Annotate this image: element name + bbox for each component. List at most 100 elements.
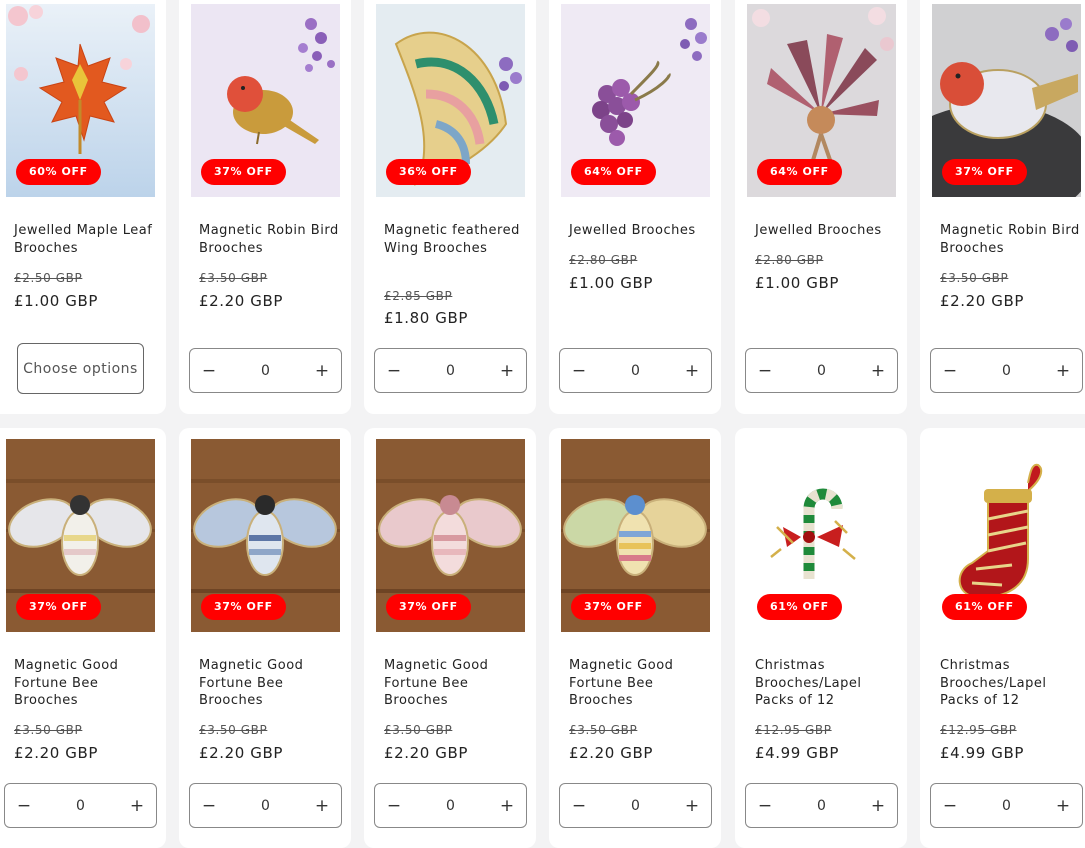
quantity-stepper[interactable]: − 0 + [930,783,1083,828]
increase-quantity-button[interactable]: + [124,796,150,816]
decrease-quantity-button[interactable]: − [196,361,222,381]
increase-quantity-button[interactable]: + [309,796,335,816]
increase-quantity-button[interactable]: + [309,361,335,381]
sale-price: £4.99 GBP [940,744,1025,762]
quantity-stepper[interactable]: − 0 + [745,783,898,828]
decrease-quantity-button[interactable]: − [752,361,778,381]
product-card[interactable]: 37% OFF Magnetic Good Fortune Bee Brooch… [549,428,721,848]
increase-quantity-button[interactable]: + [679,361,705,381]
increase-quantity-button[interactable]: + [494,361,520,381]
discount-badge: 37% OFF [942,159,1027,185]
product-card[interactable]: 37% OFF Magnetic Good Fortune Bee Brooch… [364,428,536,848]
discount-badge: 37% OFF [16,594,101,620]
original-price: £3.50 GBP [384,723,453,737]
product-card[interactable]: 37% OFF Magnetic Good Fortune Bee Brooch… [179,428,351,848]
product-card[interactable]: 37% OFF Magnetic Robin Bird Brooches £3.… [179,0,351,414]
quantity-value[interactable]: 0 [631,363,640,379]
choose-options-button[interactable]: Choose options [17,343,144,394]
quantity-stepper[interactable]: − 0 + [374,348,527,393]
quantity-value[interactable]: 0 [1002,798,1011,814]
decrease-quantity-button[interactable]: − [566,361,592,381]
quantity-stepper[interactable]: − 0 + [374,783,527,828]
product-card[interactable]: 64% OFF Jewelled Brooches £2.80 GBP £1.0… [549,0,721,414]
sale-price: £1.00 GBP [569,274,654,292]
sale-price: £4.99 GBP [755,744,840,762]
quantity-value[interactable]: 0 [261,798,270,814]
product-card[interactable]: 60% OFF Jewelled Maple Leaf Brooches £2.… [0,0,166,414]
original-price: £2.80 GBP [755,253,824,267]
discount-badge: 37% OFF [201,159,286,185]
product-card[interactable]: 61% OFF Christmas Brooches/Lapel Packs o… [920,428,1085,848]
product-title[interactable]: Magnetic Good Fortune Bee Brooches [569,657,709,710]
quantity-value[interactable]: 0 [446,798,455,814]
quantity-stepper[interactable]: − 0 + [4,783,157,828]
product-title[interactable]: Magnetic Good Fortune Bee Brooches [384,657,524,710]
sale-price: £2.20 GBP [199,744,284,762]
original-price: £3.50 GBP [569,723,638,737]
discount-badge: 36% OFF [386,159,471,185]
decrease-quantity-button[interactable]: − [566,796,592,816]
product-title[interactable]: Magnetic feathered Wing Brooches [384,222,524,257]
quantity-stepper[interactable]: − 0 + [559,783,712,828]
original-price: £12.95 GBP [940,723,1017,737]
product-title[interactable]: Jewelled Brooches [569,222,709,240]
sale-price: £2.20 GBP [940,292,1025,310]
sale-price: £1.80 GBP [384,309,469,327]
discount-badge: 61% OFF [757,594,842,620]
original-price: £2.85 GBP [384,289,453,303]
product-card[interactable]: 64% OFF Jewelled Brooches £2.80 GBP £1.0… [735,0,907,414]
increase-quantity-button[interactable]: + [1050,361,1076,381]
decrease-quantity-button[interactable]: − [937,796,963,816]
product-card[interactable]: 61% OFF Christmas Brooches/Lapel Packs o… [735,428,907,848]
quantity-value[interactable]: 0 [446,363,455,379]
sale-price: £1.00 GBP [755,274,840,292]
sale-price: £2.20 GBP [199,292,284,310]
decrease-quantity-button[interactable]: − [937,361,963,381]
discount-badge: 60% OFF [16,159,101,185]
decrease-quantity-button[interactable]: − [196,796,222,816]
original-price: £3.50 GBP [940,271,1009,285]
sale-price: £2.20 GBP [384,744,469,762]
product-title[interactable]: Magnetic Good Fortune Bee Brooches [14,657,154,710]
decrease-quantity-button[interactable]: − [11,796,37,816]
product-title[interactable]: Jewelled Brooches [755,222,895,240]
discount-badge: 64% OFF [571,159,656,185]
decrease-quantity-button[interactable]: − [381,796,407,816]
product-title[interactable]: Magnetic Robin Bird Brooches [940,222,1080,257]
product-title[interactable]: Jewelled Maple Leaf Brooches [14,222,154,257]
product-card[interactable]: 36% OFF Magnetic feathered Wing Brooches… [364,0,536,414]
quantity-value[interactable]: 0 [76,798,85,814]
increase-quantity-button[interactable]: + [679,796,705,816]
quantity-stepper[interactable]: − 0 + [189,783,342,828]
quantity-value[interactable]: 0 [817,363,826,379]
discount-badge: 37% OFF [386,594,471,620]
decrease-quantity-button[interactable]: − [752,796,778,816]
product-title[interactable]: Christmas Brooches/Lapel Packs of 12 [755,657,895,710]
original-price: £2.80 GBP [569,253,638,267]
product-title[interactable]: Magnetic Good Fortune Bee Brooches [199,657,339,710]
increase-quantity-button[interactable]: + [1050,796,1076,816]
discount-badge: 61% OFF [942,594,1027,620]
discount-badge: 37% OFF [571,594,656,620]
original-price: £3.50 GBP [14,723,83,737]
quantity-value[interactable]: 0 [817,798,826,814]
increase-quantity-button[interactable]: + [865,796,891,816]
original-price: £3.50 GBP [199,271,268,285]
product-card[interactable]: 37% OFF Magnetic Robin Bird Brooches £3.… [920,0,1085,414]
quantity-stepper[interactable]: − 0 + [745,348,898,393]
original-price: £2.50 GBP [14,271,83,285]
quantity-value[interactable]: 0 [261,363,270,379]
quantity-stepper[interactable]: − 0 + [930,348,1083,393]
quantity-stepper[interactable]: − 0 + [189,348,342,393]
original-price: £3.50 GBP [199,723,268,737]
increase-quantity-button[interactable]: + [865,361,891,381]
increase-quantity-button[interactable]: + [494,796,520,816]
product-title[interactable]: Magnetic Robin Bird Brooches [199,222,339,257]
quantity-stepper[interactable]: − 0 + [559,348,712,393]
quantity-value[interactable]: 0 [1002,363,1011,379]
decrease-quantity-button[interactable]: − [381,361,407,381]
product-title[interactable]: Christmas Brooches/Lapel Packs of 12 [940,657,1080,710]
product-card[interactable]: 37% OFF Magnetic Good Fortune Bee Brooch… [0,428,166,848]
quantity-value[interactable]: 0 [631,798,640,814]
discount-badge: 37% OFF [201,594,286,620]
